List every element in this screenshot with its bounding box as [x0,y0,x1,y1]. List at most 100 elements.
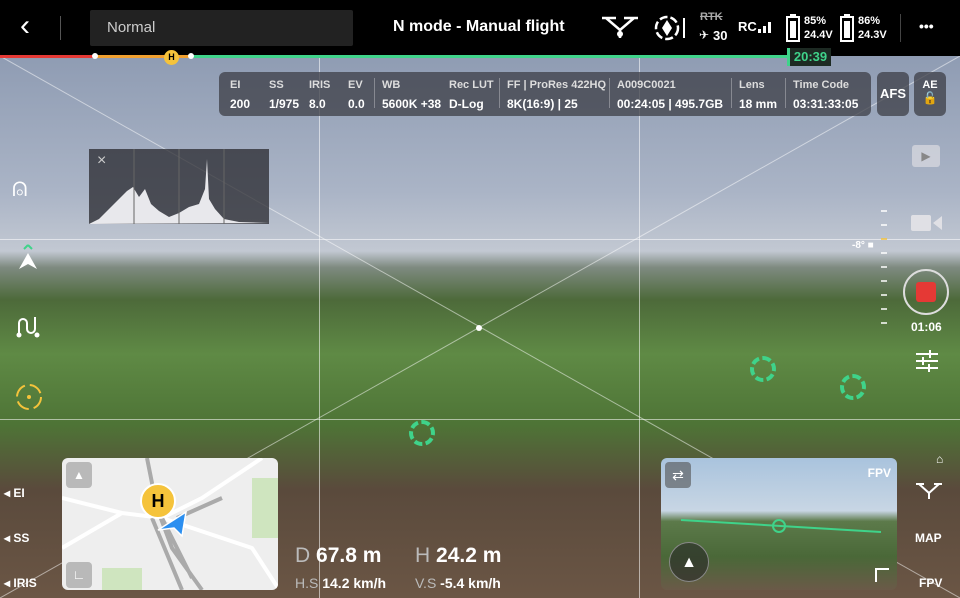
takeoff-landing-icon[interactable]: ⍝ [12,172,28,204]
cell-label: WB [382,79,401,91]
rc-signal-icon [758,22,771,33]
afs-button[interactable]: AFS [877,72,909,116]
camera-cell-wb[interactable]: WB 5600K +38 [382,79,441,111]
rtk-status[interactable]: RTK [700,10,723,24]
histogram-graph [89,149,269,224]
height-readout: H 24.2 m [415,544,501,568]
map-button[interactable]: MAP [915,531,942,545]
cell-label: EI [230,79,241,91]
more-button[interactable]: ••• [919,18,934,34]
drone-icon[interactable] [600,14,640,42]
vs-label: V.S [415,575,437,591]
aircraft-position-icon [157,510,188,538]
fpv-horizon-line [681,519,881,533]
return-to-home-icon[interactable] [16,243,40,271]
target-marker[interactable] [409,420,435,446]
fpv-label: FPV [867,466,891,480]
battery-bar-remaining [190,55,790,58]
ae-label: AE [922,79,938,91]
record-button[interactable] [903,269,949,315]
hs-value: 14.2 km/h [322,575,387,591]
battery1-voltage: 24.4V [804,29,833,41]
record-duration: 01:06 [911,320,942,334]
camera-cell-timecode[interactable]: Time Code 03:31:33:05 [793,79,858,111]
divider [609,78,610,108]
camera-cell-lens[interactable]: Lens 18 mm [739,79,777,111]
progress-marker [188,53,194,59]
battery-bar-critical [0,55,95,58]
target-marker[interactable] [750,356,776,382]
battery2-percent: 86% [858,15,881,27]
cell-value: 8K(16:9) | 25 [507,97,578,111]
mini-map[interactable]: ▲ H ∟ [62,458,278,590]
battery1-info: 85% 24.4V [804,14,833,42]
camera-cell-ev[interactable]: EV 0.0 [348,79,365,111]
divider [374,78,375,108]
drone-view-icon[interactable] [915,481,943,501]
vs-value: -5.4 km/h [440,575,501,591]
focus-target-icon[interactable] [14,382,44,412]
distance-readout: D 67.8 m [295,544,381,568]
fpv-view[interactable]: ⇄ FPV ▲ [661,458,897,590]
battery-icon [786,14,800,42]
compass-icon[interactable]: ▲ [66,462,92,488]
expand-map-icon[interactable]: ∟ [66,562,92,588]
controller-icon[interactable]: ⌂ [936,452,943,466]
camera-cell-ss[interactable]: SS 1/975 [269,79,299,111]
distance-label: D [295,544,311,567]
histogram[interactable]: × [89,149,269,224]
ei-label: EI [13,486,25,500]
iris-adjust[interactable]: ◂ IRIS [4,576,37,590]
camera-settings-bar[interactable]: EI 200 SS 1/975 IRIS 8.0 EV 0.0 WB 5600K +38 … [219,72,871,116]
gimbal-pitch-scale [881,210,887,324]
cell-value: D-Log [449,97,484,111]
gimbal-angle-value: -8° [852,240,865,251]
camera-cell-ei[interactable]: EI 200 [230,79,250,111]
camera-cell-iris[interactable]: IRIS 8.0 [309,79,330,111]
swap-view-icon[interactable]: ⇄ [665,462,691,488]
cell-value: 200 [230,97,251,111]
fpv-button[interactable]: FPV [919,576,942,590]
cell-label: IRIS [309,79,331,91]
cell-value: 0.0 [348,97,365,111]
obstacle-avoidance-icon[interactable] [654,14,690,42]
camera-cell-storage[interactable]: A009C0021 00:24:05 | 495.7GB [617,79,723,111]
height-label: H [415,544,431,567]
progress-marker [92,53,98,59]
divider [731,78,732,108]
cell-value: 5600K +38 [382,97,442,111]
waypoint-icon[interactable] [15,313,43,339]
back-button[interactable]: ‹ [20,8,30,44]
ae-lock-button[interactable]: AE 🔓 [914,72,946,116]
ei-adjust[interactable]: ◂ EI [4,486,25,500]
video-mode-icon[interactable] [911,213,943,233]
vertical-speed-readout: V.S -5.4 km/h [415,575,501,591]
distance-value: 67.8 m [316,544,382,567]
unlock-icon: 🔓 [922,91,938,105]
cell-value: 8.0 [309,97,326,111]
cell-value: 00:24:05 | 495.7GB [617,97,724,111]
remaining-flight-time: 20:39 [787,48,831,66]
divider [499,78,500,108]
height-value: 24.2 m [436,544,502,567]
cell-label: Lens [739,79,765,91]
settings-sliders-icon[interactable] [915,350,939,372]
camera-cell-format[interactable]: FF | ProRes 422HQ 8K(16:9) | 25 [507,79,606,111]
flight-mode-selector[interactable]: Normal [90,10,353,46]
hs-label: H.S [295,575,319,591]
gimbal-angle: -8° ■ [852,240,874,251]
divider [900,14,901,42]
playback-button[interactable]: ▶ [912,145,940,167]
stop-record-icon [916,282,936,302]
home-marker: H [164,50,179,65]
target-marker[interactable] [840,374,866,400]
ss-adjust[interactable]: ◂ SS [4,531,29,545]
expand-fpv-icon[interactable] [875,568,889,582]
divider [60,16,61,40]
battery2-voltage: 24.3V [858,29,887,41]
camera-cell-lut[interactable]: Rec LUT D-Log [449,79,494,111]
divider [785,78,786,108]
flight-mode-title: N mode - Manual flight [393,18,565,35]
battery2-info: 86% 24.3V [858,14,887,42]
battery-icon [840,14,854,42]
